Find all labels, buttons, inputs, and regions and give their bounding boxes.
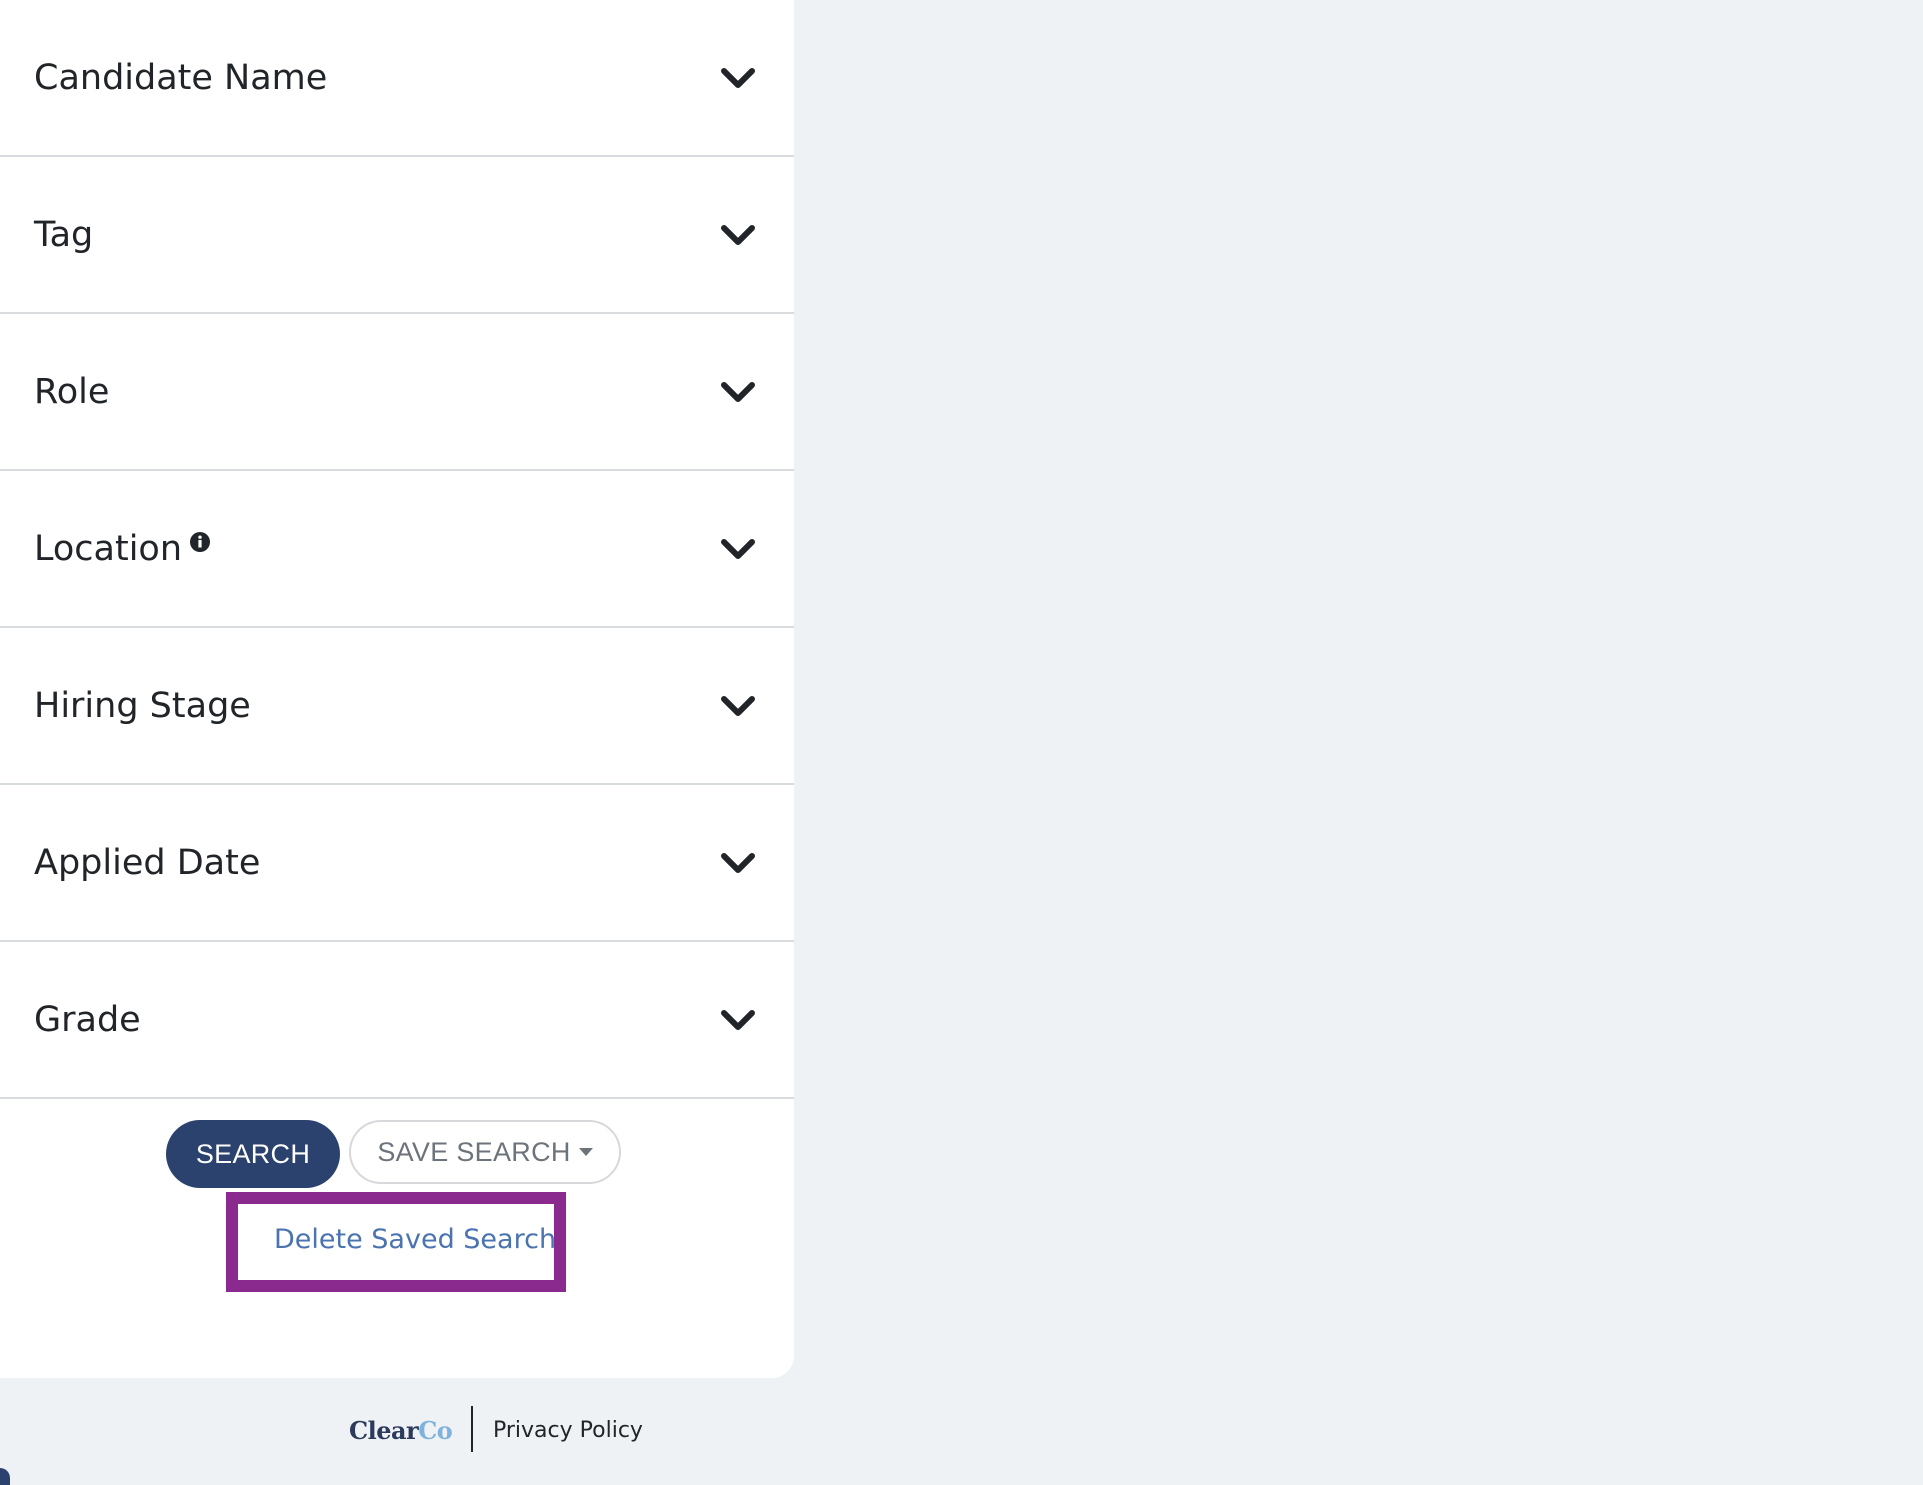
filter-location[interactable]: Location	[0, 471, 794, 628]
save-search-dropdown: Delete Saved Search	[226, 1192, 566, 1292]
filter-role[interactable]: Role	[0, 314, 794, 471]
save-search-button[interactable]: SAVE SEARCH	[349, 1120, 621, 1184]
chevron-down-icon	[721, 1009, 755, 1030]
logo-main: Clear	[349, 1416, 419, 1445]
caret-down-icon	[578, 1148, 593, 1156]
filter-grade[interactable]: Grade	[0, 942, 794, 1099]
filter-label: Candidate Name	[34, 57, 328, 98]
clearco-logo: ClearCo	[349, 1416, 453, 1445]
chevron-down-icon	[721, 381, 755, 402]
chevron-down-icon	[721, 852, 755, 873]
delete-saved-search-link[interactable]: Delete Saved Search	[274, 1224, 556, 1255]
filter-hiring-stage[interactable]: Hiring Stage	[0, 628, 794, 785]
filter-panel: Candidate Name Tag Role Location Hiring …	[0, 0, 794, 1378]
filter-label: Role	[34, 371, 110, 412]
filter-label: Location	[34, 528, 183, 569]
save-search-label: SAVE SEARCH	[377, 1136, 571, 1167]
filter-label-wrap: Location	[34, 528, 211, 569]
filter-label: Applied Date	[34, 842, 261, 883]
chevron-down-icon	[721, 67, 755, 88]
search-button[interactable]: SEARCH	[166, 1120, 340, 1188]
filter-candidate-name[interactable]: Candidate Name	[0, 0, 794, 157]
logo-accent: Co	[418, 1416, 453, 1445]
filter-tag[interactable]: Tag	[0, 157, 794, 314]
chevron-down-icon	[721, 695, 755, 716]
chevron-down-icon	[721, 538, 755, 559]
footer-divider	[471, 1406, 473, 1452]
info-icon[interactable]	[190, 531, 211, 552]
chevron-down-icon	[721, 224, 755, 245]
filter-label: Grade	[34, 999, 141, 1040]
privacy-policy-link[interactable]: Privacy Policy	[493, 1418, 643, 1443]
filter-label: Tag	[34, 214, 94, 255]
filter-label: Hiring Stage	[34, 685, 251, 726]
footer: ClearCo Privacy Policy	[0, 1406, 794, 1456]
page: Candidate Name Tag Role Location Hiring …	[0, 0, 1923, 1485]
corner-element	[0, 1468, 10, 1485]
filter-applied-date[interactable]: Applied Date	[0, 785, 794, 942]
